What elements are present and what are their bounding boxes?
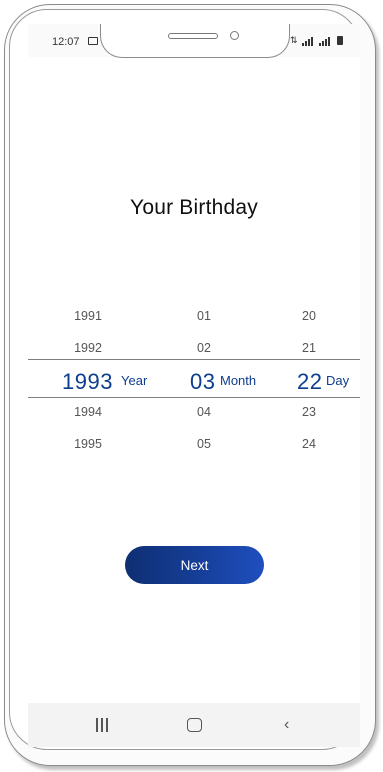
speaker [168, 33, 218, 39]
page-title: Your Birthday [130, 196, 258, 219]
status-time: 12:07 [52, 36, 80, 48]
day-option[interactable]: 21 [293, 341, 325, 355]
recent-apps-icon[interactable] [95, 718, 109, 732]
battery-icon [337, 36, 344, 46]
home-icon[interactable] [187, 718, 202, 732]
day-unit-label: Day [326, 373, 350, 388]
month-option[interactable]: 01 [188, 309, 220, 323]
signal-icon [318, 36, 331, 46]
year-option[interactable]: 1991 [68, 309, 108, 323]
day-option[interactable]: 20 [293, 309, 325, 323]
back-icon[interactable]: ‹ [284, 717, 289, 733]
day-option[interactable]: 24 [293, 437, 325, 451]
selected-year[interactable]: 1993 [62, 369, 113, 395]
selected-day[interactable]: 22 [297, 369, 322, 395]
day-option[interactable]: 23 [293, 405, 325, 419]
camera [230, 31, 239, 40]
gallery-icon [88, 37, 98, 45]
year-option[interactable]: 1995 [68, 437, 108, 451]
month-option[interactable]: 05 [188, 437, 220, 451]
month-option[interactable]: 04 [188, 405, 220, 419]
signal-icon [302, 36, 314, 46]
data-icon: ⇅ [290, 35, 298, 46]
status-icons: ⇅ [290, 35, 344, 46]
year-option[interactable]: 1994 [68, 405, 108, 419]
selected-month[interactable]: 03 [190, 369, 215, 395]
month-unit-label: Month [220, 373, 257, 388]
year-option[interactable]: 1992 [68, 341, 108, 355]
notch [100, 24, 290, 58]
picker-selection-top-line [28, 359, 360, 361]
picker-selection-bottom-line [28, 397, 360, 399]
next-button[interactable]: Next [125, 546, 264, 584]
month-option[interactable]: 02 [188, 341, 220, 355]
year-unit-label: Year [121, 373, 148, 388]
